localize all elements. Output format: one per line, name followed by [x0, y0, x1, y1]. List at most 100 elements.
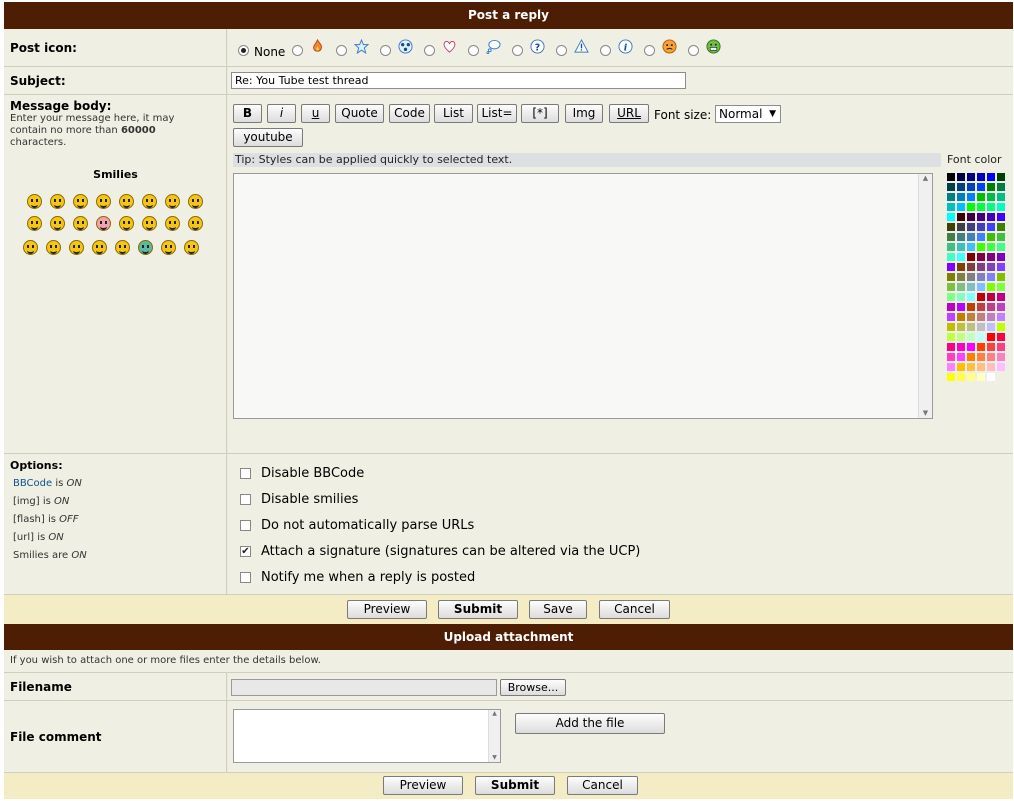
post-icon-sad-radio[interactable] [644, 45, 655, 56]
color-swatch[interactable] [956, 242, 966, 252]
color-swatch[interactable] [996, 342, 1006, 352]
font-size-select[interactable]: Normal ▼ [715, 105, 781, 123]
color-swatch[interactable] [966, 362, 976, 372]
smiley-icon[interactable] [46, 240, 61, 255]
color-swatch[interactable] [996, 232, 1006, 242]
disable-smilies-checkbox[interactable] [240, 494, 251, 505]
color-swatch[interactable] [976, 362, 986, 372]
color-swatch[interactable] [956, 362, 966, 372]
color-swatch[interactable] [956, 182, 966, 192]
color-swatch[interactable] [996, 222, 1006, 232]
color-swatch[interactable] [996, 262, 1006, 272]
color-swatch[interactable] [976, 372, 986, 382]
color-swatch[interactable] [946, 302, 956, 312]
color-swatch[interactable] [956, 172, 966, 182]
color-swatch[interactable] [986, 372, 996, 382]
notify-reply-checkbox[interactable] [240, 572, 251, 583]
color-swatch[interactable] [976, 312, 986, 322]
color-swatch[interactable] [976, 192, 986, 202]
color-swatch[interactable] [946, 172, 956, 182]
color-swatch[interactable] [986, 192, 996, 202]
color-swatch[interactable] [976, 172, 986, 182]
smiley-icon[interactable] [188, 216, 203, 231]
save-button[interactable]: Save [529, 600, 587, 619]
color-swatch[interactable] [976, 222, 986, 232]
color-swatch[interactable] [986, 332, 996, 342]
color-swatch[interactable] [976, 272, 986, 282]
color-swatch[interactable] [976, 182, 986, 192]
color-swatch[interactable] [986, 222, 996, 232]
color-swatch[interactable] [976, 262, 986, 272]
color-swatch[interactable] [986, 362, 996, 372]
color-swatch[interactable] [996, 312, 1006, 322]
color-swatch[interactable] [976, 302, 986, 312]
color-swatch[interactable] [956, 222, 966, 232]
color-swatch[interactable] [966, 252, 976, 262]
color-swatch[interactable] [966, 172, 976, 182]
post-icon-question-radio[interactable] [512, 45, 523, 56]
color-swatch[interactable] [966, 182, 976, 192]
color-swatch[interactable] [986, 342, 996, 352]
color-swatch[interactable] [986, 212, 996, 222]
file-comment-textarea[interactable]: ▲ ▼ [233, 709, 501, 763]
color-swatch[interactable] [956, 322, 966, 332]
color-swatch[interactable] [986, 292, 996, 302]
disable-bbcode-checkbox[interactable] [240, 468, 251, 479]
color-swatch[interactable] [986, 202, 996, 212]
color-swatch[interactable] [966, 292, 976, 302]
color-swatch[interactable] [946, 362, 956, 372]
color-swatch[interactable] [976, 282, 986, 292]
color-swatch[interactable] [966, 312, 976, 322]
color-swatch[interactable] [966, 242, 976, 252]
color-swatch[interactable] [946, 282, 956, 292]
color-swatch[interactable] [946, 322, 956, 332]
post-icon-heart-radio[interactable] [424, 45, 435, 56]
color-swatch[interactable] [956, 372, 966, 382]
smiley-icon[interactable] [165, 216, 180, 231]
color-swatch[interactable] [956, 272, 966, 282]
color-swatch[interactable] [976, 332, 986, 342]
color-swatch[interactable] [956, 212, 966, 222]
color-swatch[interactable] [996, 282, 1006, 292]
smiley-icon[interactable] [165, 194, 180, 209]
color-swatch[interactable] [946, 232, 956, 242]
color-swatch[interactable] [996, 172, 1006, 182]
color-swatch[interactable] [996, 182, 1006, 192]
color-swatch[interactable] [966, 282, 976, 292]
smiley-icon[interactable] [69, 240, 84, 255]
color-swatch[interactable] [946, 272, 956, 282]
color-swatch[interactable] [966, 322, 976, 332]
color-swatch[interactable] [956, 342, 966, 352]
color-swatch[interactable] [966, 212, 976, 222]
color-swatch[interactable] [956, 192, 966, 202]
attach-signature-checkbox[interactable]: ✔ [240, 546, 251, 557]
color-swatch[interactable] [956, 232, 966, 242]
smiley-icon[interactable] [96, 194, 111, 209]
color-swatch[interactable] [966, 302, 976, 312]
post-icon-grin-radio[interactable] [688, 45, 699, 56]
color-swatch[interactable] [996, 292, 1006, 302]
color-swatch[interactable] [946, 202, 956, 212]
color-swatch[interactable] [976, 292, 986, 302]
color-swatch[interactable] [986, 252, 996, 262]
color-swatch[interactable] [966, 352, 976, 362]
smiley-icon[interactable] [142, 194, 157, 209]
post-icon-star-radio[interactable] [336, 45, 347, 56]
color-swatch[interactable] [966, 332, 976, 342]
subject-input[interactable] [231, 72, 686, 89]
color-swatch[interactable] [976, 212, 986, 222]
list-ordered-button[interactable]: List= [477, 104, 517, 123]
list-button[interactable]: List [434, 104, 473, 123]
post-icon-none-radio[interactable] [238, 45, 249, 56]
color-swatch[interactable] [956, 262, 966, 272]
smiley-icon[interactable] [92, 240, 107, 255]
color-swatch[interactable] [966, 372, 976, 382]
underline-button[interactable]: u [301, 104, 330, 123]
preview-button[interactable]: Preview [347, 600, 427, 619]
color-swatch[interactable] [946, 372, 956, 382]
filename-input[interactable] [231, 679, 497, 696]
color-swatch[interactable] [986, 232, 996, 242]
smiley-icon[interactable] [73, 194, 88, 209]
color-swatch[interactable] [956, 352, 966, 362]
color-swatch[interactable] [946, 332, 956, 342]
